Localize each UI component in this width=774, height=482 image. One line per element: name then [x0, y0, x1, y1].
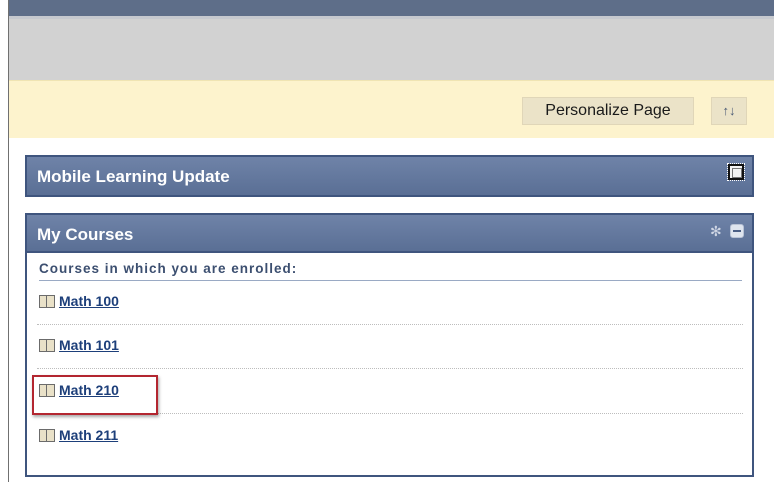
my-courses-module: My Courses ✻ Courses in which you are en… [25, 213, 754, 477]
expand-icon[interactable] [727, 163, 745, 181]
course-link-math-100[interactable]: Math 100 [39, 293, 119, 309]
course-list-item: Math 210 [32, 370, 743, 415]
module-body: Courses in which you are enrolled: Math … [25, 253, 754, 477]
course-list-item: Math 100 [37, 281, 743, 325]
module-header: Mobile Learning Update [25, 155, 754, 197]
course-link-math-210[interactable]: Math 210 [32, 375, 158, 415]
reorder-arrows-icon: ↑↓ [722, 103, 736, 118]
personalize-page-button[interactable]: Personalize Page [522, 97, 694, 125]
gear-icon[interactable]: ✻ [710, 224, 724, 238]
collapse-icon[interactable] [730, 224, 744, 238]
book-icon [39, 428, 55, 442]
mobile-learning-update-module: Mobile Learning Update [25, 155, 754, 199]
book-icon [39, 383, 55, 397]
course-label: Math 211 [59, 427, 119, 443]
courses-heading: Courses in which you are enrolled: [39, 261, 742, 281]
page-frame: Personalize Page ↑↓ Mobile Learning Upda… [8, 0, 774, 482]
book-icon [39, 338, 55, 352]
course-list-item: Math 211 [37, 415, 743, 459]
course-label: Math 101 [59, 337, 119, 353]
module-title: Mobile Learning Update [37, 167, 230, 186]
tab-area [9, 19, 774, 80]
module-header: My Courses ✻ [25, 213, 754, 253]
course-link-math-211[interactable]: Math 211 [39, 427, 118, 443]
course-link-math-101[interactable]: Math 101 [39, 337, 119, 353]
action-bar: Personalize Page ↑↓ [9, 80, 774, 138]
module-title: My Courses [37, 225, 134, 244]
reorder-modules-button[interactable]: ↑↓ [711, 97, 747, 125]
top-navigation-bar [9, 0, 774, 16]
course-label: Math 100 [59, 293, 119, 309]
book-icon [39, 294, 55, 308]
course-list-item: Math 101 [37, 325, 743, 369]
